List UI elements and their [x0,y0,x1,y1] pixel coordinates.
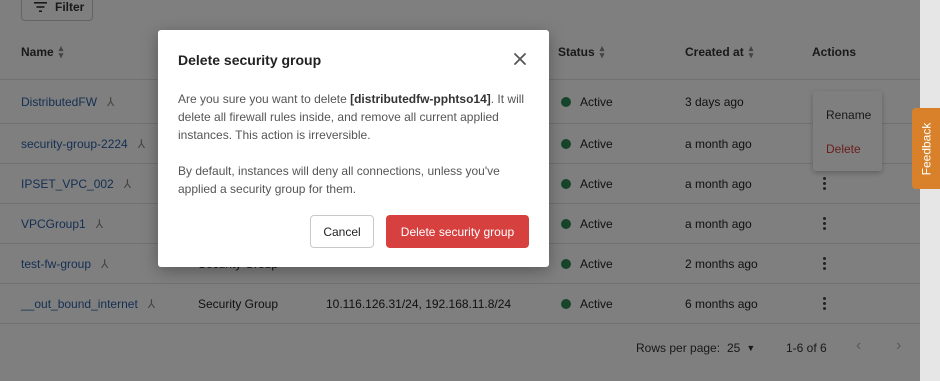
dialog-info-text: By default, instances will deny all conn… [178,164,500,196]
page-edge [920,0,940,381]
cancel-button[interactable]: Cancel [310,215,374,248]
delete-security-group-button[interactable]: Delete security group [386,215,529,248]
delete-security-group-dialog: Delete security group Are you sure you w… [158,30,549,267]
close-icon[interactable] [512,51,528,67]
dialog-warning-text: Are you sure you want to delete [distrib… [178,92,525,142]
group-name-highlight: [distributedfw-pphtso14] [350,92,491,106]
dialog-body: Are you sure you want to delete [distrib… [178,90,528,216]
dialog-title: Delete security group [178,52,322,68]
feedback-tab[interactable]: Feedback [912,108,940,189]
